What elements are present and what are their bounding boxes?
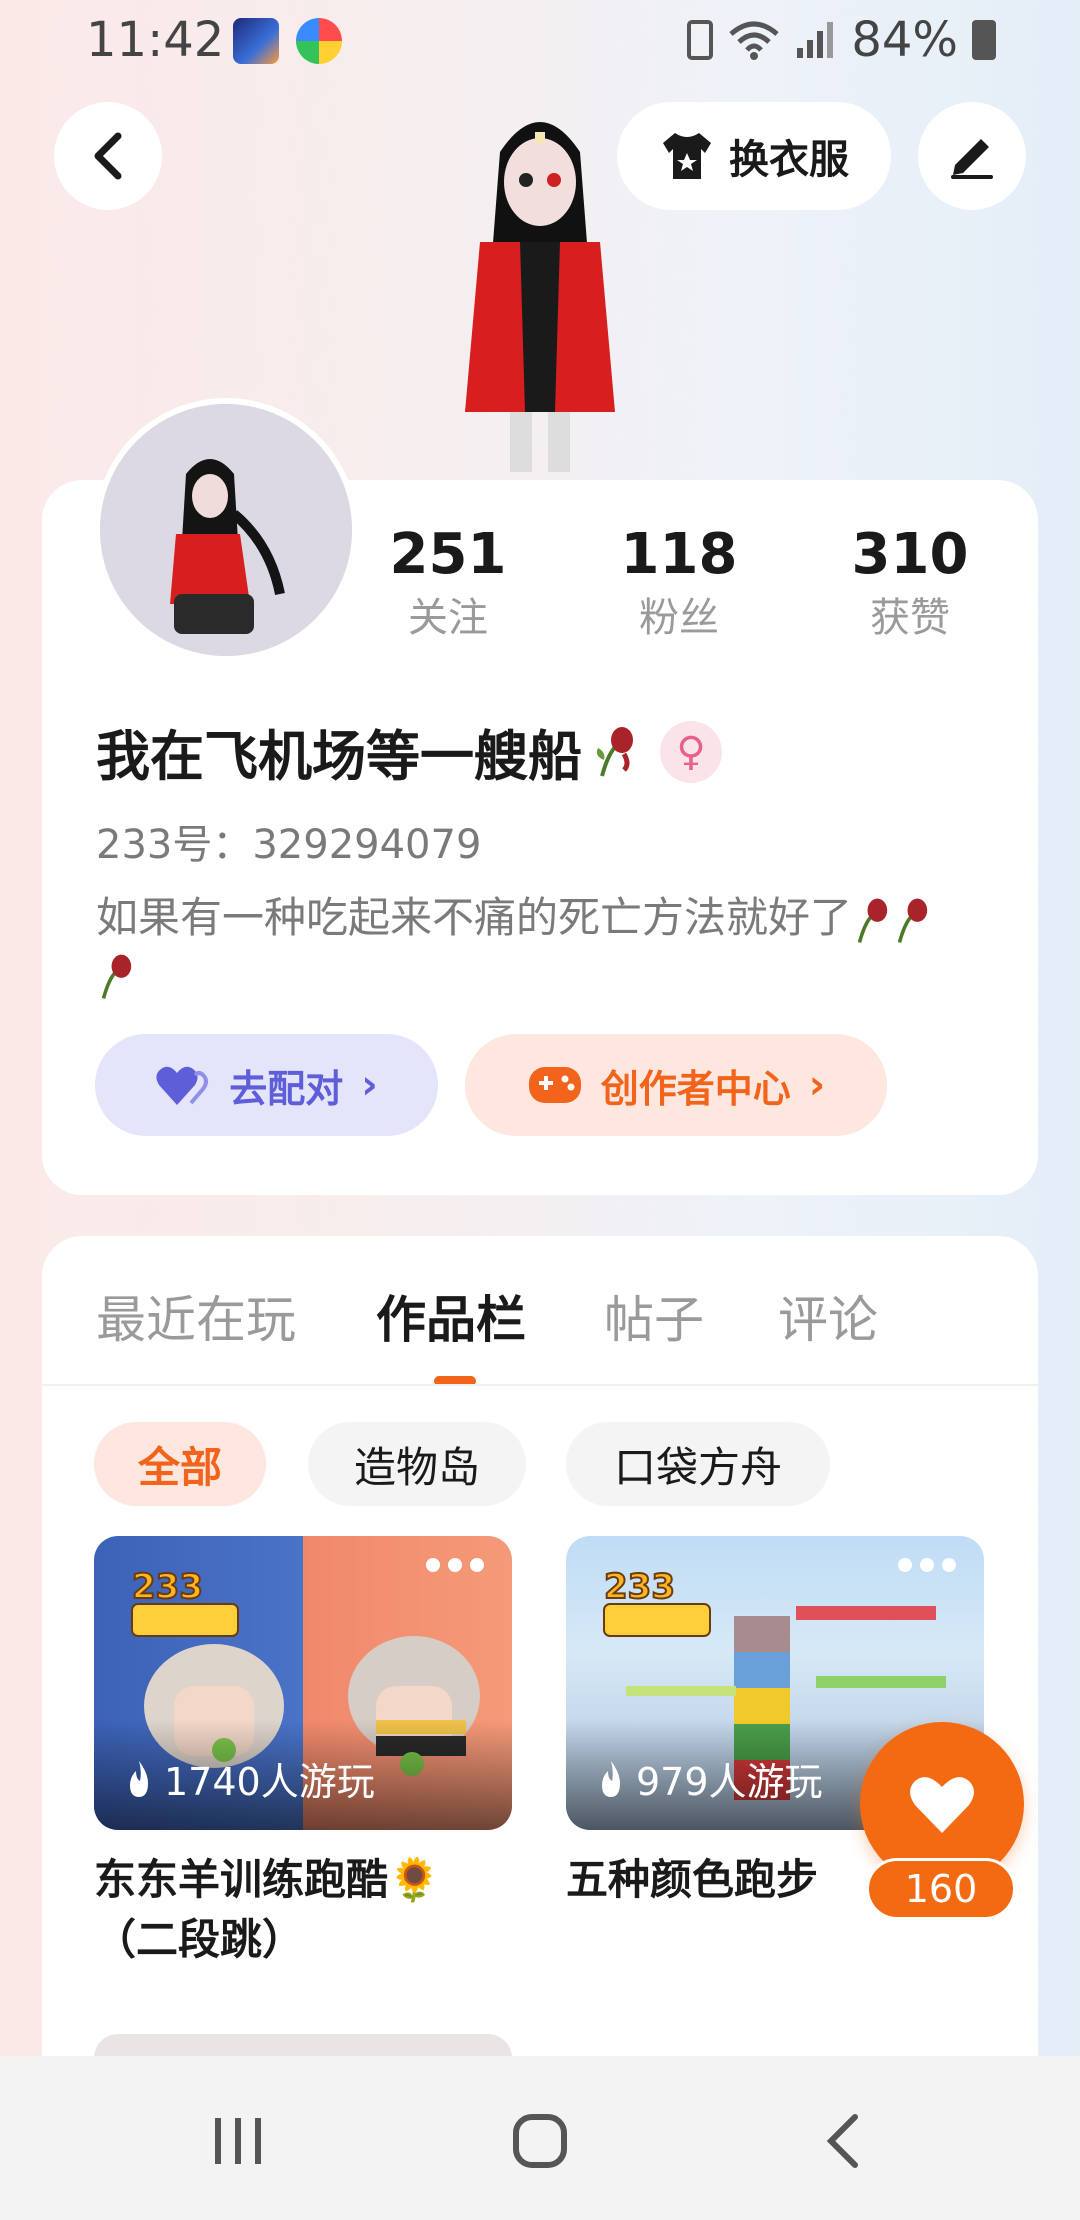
notification-app-icon bbox=[233, 18, 279, 64]
chevron-right-icon: › bbox=[361, 1062, 378, 1108]
female-icon: ♀ bbox=[676, 728, 706, 775]
filter-chip-zaowudao[interactable]: 造物岛 bbox=[308, 1422, 526, 1506]
bio-text: 如果有一种吃起来不痛的死亡方法就好了 bbox=[96, 893, 853, 942]
tab-recently-played[interactable]: 最近在玩 bbox=[96, 1280, 296, 1352]
game-title-line1: 东东羊训练跑酷🌻 bbox=[94, 1855, 441, 1904]
system-nav-bar bbox=[0, 2056, 1080, 2220]
avatar-image bbox=[100, 404, 352, 656]
back-arrow-icon bbox=[94, 132, 122, 180]
filter-chip-koudaifangzhou[interactable]: 口袋方舟 bbox=[566, 1422, 830, 1506]
creator-center-label: 创作者中心 bbox=[600, 1066, 791, 1111]
dress-up-button[interactable]: 换衣服 bbox=[617, 102, 891, 210]
likes-count: 310 bbox=[851, 522, 969, 587]
character-avatar-3d bbox=[465, 122, 615, 472]
play-count-text: 1740人游玩 bbox=[164, 1760, 375, 1804]
fans-count: 118 bbox=[620, 522, 738, 587]
notification-app-icon-2 bbox=[296, 18, 342, 64]
game-card[interactable]: 233 1740人游玩 东东羊训练跑酷🌻 （二段跳） bbox=[94, 1536, 512, 1970]
stat-following[interactable]: 251 关注 bbox=[348, 520, 548, 646]
tab-posts[interactable]: 帖子 bbox=[604, 1280, 704, 1352]
creator-center-button[interactable]: 创作者中心 › bbox=[465, 1034, 887, 1136]
wifi-icon bbox=[729, 21, 779, 60]
chevron-right-icon: › bbox=[808, 1062, 826, 1108]
avatar[interactable] bbox=[94, 398, 358, 662]
more-options-icon[interactable] bbox=[426, 1558, 484, 1572]
home-icon bbox=[513, 2114, 567, 2168]
dress-up-label: 换衣服 bbox=[729, 137, 849, 183]
more-options-icon[interactable] bbox=[898, 1558, 956, 1572]
zaowudao-logo: 233 bbox=[603, 1566, 711, 1637]
wilted-rose-icon bbox=[596, 726, 633, 777]
wilted-rose-icon bbox=[101, 954, 132, 999]
character-figure[interactable] bbox=[440, 82, 640, 482]
status-indicators: 84% bbox=[687, 12, 996, 68]
system-back-button[interactable] bbox=[798, 2096, 888, 2186]
play-count: 979人游玩 bbox=[596, 1751, 823, 1806]
game-thumbnail[interactable]: 233 1740人游玩 bbox=[94, 1536, 512, 1830]
status-time: 11:42 bbox=[86, 12, 225, 68]
status-bar: 11:42 84% bbox=[0, 0, 1080, 90]
zaowudao-logo: 233 bbox=[131, 1566, 239, 1637]
wilted-rose-icon bbox=[857, 898, 888, 943]
play-count-text: 979人游玩 bbox=[636, 1760, 823, 1804]
bio: 如果有一种吃起来不痛的死亡方法就好了 bbox=[96, 890, 996, 1002]
filter-chip-all[interactable]: 全部 bbox=[94, 1422, 266, 1506]
match-label: 去配对 bbox=[229, 1066, 344, 1111]
gamepad-icon bbox=[528, 1067, 581, 1103]
battery-charging-icon bbox=[972, 20, 996, 60]
fans-label: 粉丝 bbox=[639, 595, 719, 641]
flame-icon bbox=[602, 1760, 620, 1797]
following-label: 关注 bbox=[408, 595, 488, 641]
back-chevron-icon bbox=[826, 2114, 858, 2168]
stat-likes[interactable]: 310 获赞 bbox=[810, 520, 1010, 646]
tab-divider bbox=[42, 1384, 1038, 1386]
account-id[interactable]: 233号：329294079 bbox=[96, 812, 481, 870]
likes-label: 获赞 bbox=[870, 595, 950, 641]
svg-text:233: 233 bbox=[132, 1567, 203, 1607]
tab-works[interactable]: 作品栏 bbox=[376, 1280, 526, 1352]
username-row: 我在飞机场等一艘船 ♀ bbox=[96, 712, 722, 791]
play-count: 1740人游玩 bbox=[124, 1751, 375, 1806]
edit-profile-button[interactable] bbox=[918, 102, 1026, 210]
username: 我在飞机场等一艘船 bbox=[96, 725, 582, 788]
back-button[interactable] bbox=[54, 102, 162, 210]
wilted-rose-icon bbox=[897, 898, 928, 943]
gender-female-badge: ♀ bbox=[660, 720, 722, 783]
like-count: 160 bbox=[866, 1858, 1016, 1920]
home-button[interactable] bbox=[495, 2096, 585, 2186]
pencil-icon bbox=[951, 139, 993, 179]
tshirt-icon bbox=[663, 133, 711, 179]
recent-apps-icon bbox=[215, 2118, 261, 2164]
heart-icon bbox=[910, 1777, 974, 1833]
game-title[interactable]: 东东羊训练跑酷🌻 （二段跳） bbox=[94, 1850, 512, 1970]
recent-apps-button[interactable] bbox=[193, 2096, 283, 2186]
svg-text:233: 233 bbox=[604, 1567, 675, 1607]
flame-icon bbox=[130, 1760, 148, 1797]
battery-saver-icon bbox=[687, 20, 714, 60]
tab-comments[interactable]: 评论 bbox=[778, 1280, 878, 1352]
game-title-line2: （二段跳） bbox=[94, 1915, 305, 1964]
stat-fans[interactable]: 118 粉丝 bbox=[579, 520, 779, 646]
battery-percent: 84% bbox=[851, 12, 958, 68]
heart-double-icon bbox=[156, 1066, 209, 1105]
following-count: 251 bbox=[389, 522, 507, 587]
signal-icon bbox=[797, 22, 834, 58]
match-button[interactable]: 去配对 › bbox=[95, 1034, 438, 1136]
